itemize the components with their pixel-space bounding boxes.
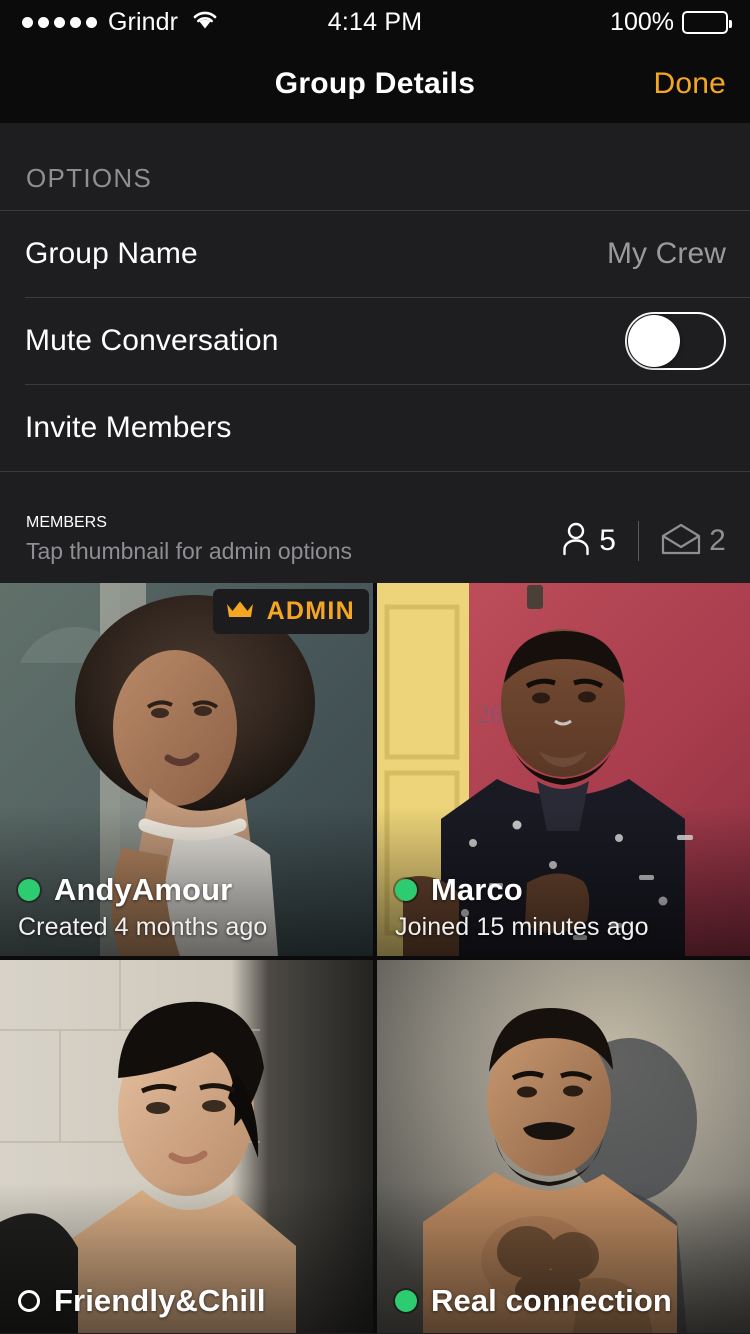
member-name: Real connection (431, 1283, 672, 1318)
navigation-bar: Group Details Done (0, 44, 750, 123)
carrier-label: Grindr (108, 7, 179, 36)
status-bar-right: 100% (610, 7, 732, 37)
status-dot-offline (18, 1290, 40, 1312)
member-name: Friendly&Chill (54, 1283, 266, 1318)
battery-percent-label: 100% (610, 7, 674, 36)
member-tile[interactable]: 268 Marco Joined 15 minutes ago (377, 583, 750, 956)
member-name: AndyAmour (54, 872, 233, 907)
row-invite-members[interactable]: Invite Members (0, 385, 750, 471)
screen: Grindr 4:14 PM 100% Group Details Done O… (0, 0, 750, 1334)
member-info: AndyAmour Created 4 months ago (18, 872, 359, 942)
member-name: Marco (431, 872, 523, 907)
done-button[interactable]: Done (653, 67, 726, 101)
member-tile[interactable]: ADMIN AndyAmour Created 4 months ago (0, 583, 373, 956)
person-icon (561, 522, 591, 561)
member-photo[interactable] (377, 960, 750, 1333)
status-bar-left: Grindr (22, 8, 219, 37)
crown-icon (225, 598, 255, 625)
member-count-group: 5 (561, 522, 616, 561)
row-mute-conversation[interactable]: Mute Conversation (0, 298, 750, 384)
page-title: Group Details (274, 66, 476, 100)
signal-strength-icon (22, 16, 97, 28)
admin-badge-label: ADMIN (266, 597, 355, 625)
counts-divider (638, 521, 640, 561)
status-dot-online (18, 879, 40, 901)
member-info: Marco Joined 15 minutes ago (395, 872, 736, 942)
wifi-icon (191, 9, 219, 35)
invite-members-label: Invite Members (25, 411, 232, 444)
group-name-label: Group Name (25, 237, 198, 270)
status-dot-online (395, 879, 417, 901)
members-counts: 5 2 (561, 521, 726, 561)
invite-count-group: 2 (661, 523, 726, 560)
toggle-knob (628, 315, 680, 367)
member-meta: Created 4 months ago (18, 913, 268, 941)
member-tile[interactable]: Real connection (377, 960, 750, 1333)
options-header-label: OPTIONS (26, 163, 153, 193)
mute-conversation-label: Mute Conversation (25, 324, 279, 357)
status-dot-online (395, 1290, 417, 1312)
member-photo[interactable] (0, 960, 373, 1333)
row-group-name[interactable]: Group Name My Crew (0, 211, 750, 297)
member-count-value: 5 (599, 524, 617, 557)
options-section-header: OPTIONS (0, 123, 750, 210)
member-tile[interactable]: Friendly&Chill (0, 960, 373, 1333)
group-name-value: My Crew (606, 237, 726, 270)
admin-badge: ADMIN (212, 589, 369, 634)
member-info: Real connection (395, 1283, 736, 1319)
envelope-icon (661, 523, 701, 560)
members-grid: ADMIN AndyAmour Created 4 months ago 268… (0, 583, 750, 1333)
battery-full-icon (682, 10, 732, 34)
status-bar: Grindr 4:14 PM 100% (0, 0, 750, 44)
mute-conversation-toggle[interactable] (625, 312, 726, 370)
invite-count-value: 2 (709, 524, 726, 557)
members-section-header: MEMBERS Tap thumbnail for admin options … (0, 472, 750, 583)
member-meta: Joined 15 minutes ago (395, 913, 649, 941)
member-info: Friendly&Chill (18, 1283, 359, 1319)
